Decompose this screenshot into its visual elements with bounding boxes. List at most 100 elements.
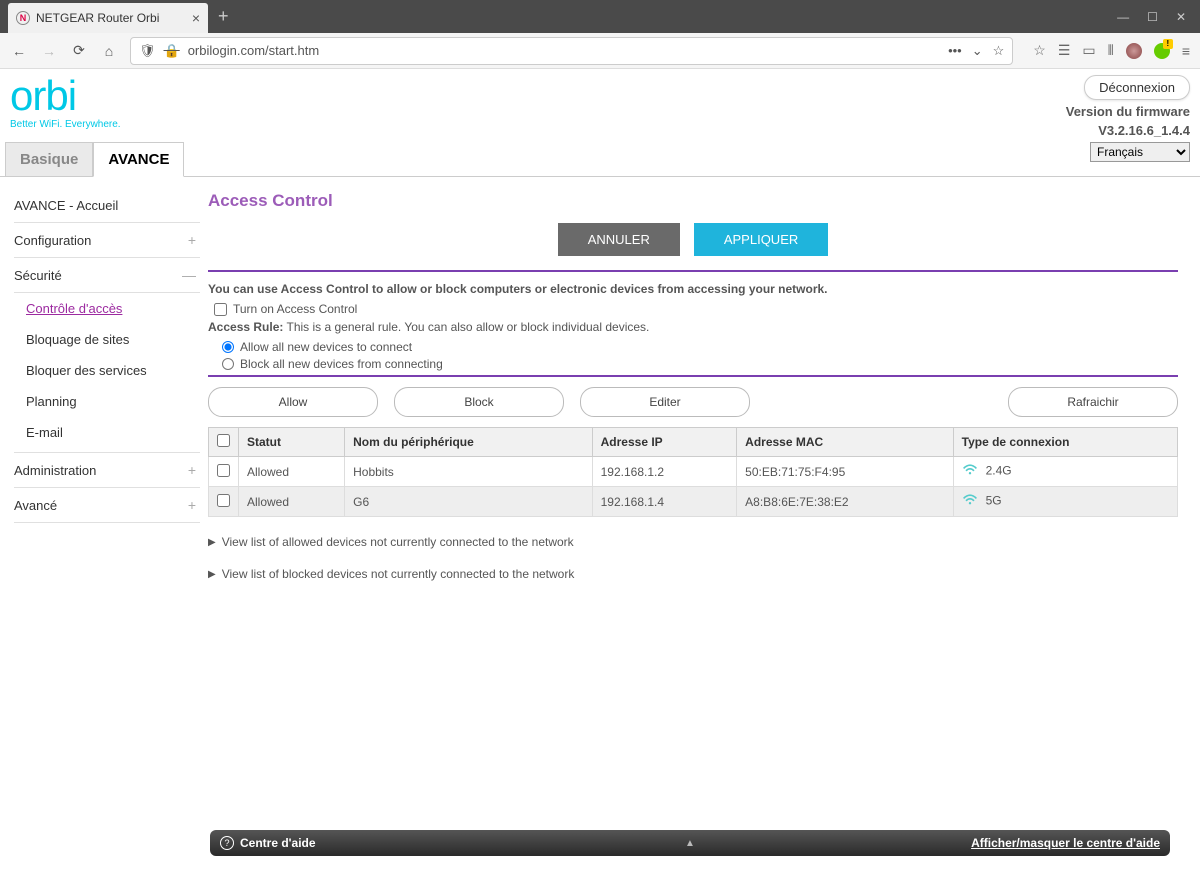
access-rule-bold: Access Rule: bbox=[208, 320, 283, 334]
turn-on-checkbox-row[interactable]: Turn on Access Control bbox=[214, 302, 1178, 316]
row-checkbox[interactable] bbox=[217, 494, 230, 507]
divider bbox=[208, 375, 1178, 377]
window-controls: — ☐ ✕ bbox=[1103, 10, 1200, 24]
radio-block-row[interactable]: Block all new devices from connecting bbox=[222, 357, 1178, 371]
sidebar-item-avance[interactable]: Avancé + bbox=[14, 488, 200, 523]
access-rule-rest: This is a general rule. You can also all… bbox=[283, 320, 649, 334]
sidebar-sub-email[interactable]: E-mail bbox=[14, 417, 200, 448]
shield-icon[interactable]: 🛡 bbox=[139, 43, 156, 59]
browser-tab[interactable]: N NETGEAR Router Orbi × bbox=[8, 3, 208, 33]
select-all-checkbox[interactable] bbox=[217, 434, 230, 447]
col-name: Nom du périphérique bbox=[345, 428, 593, 457]
triangle-right-icon: ▶ bbox=[208, 569, 216, 580]
bookmarks-icon[interactable]: ☆ bbox=[1033, 42, 1046, 59]
col-ip: Adresse IP bbox=[592, 428, 737, 457]
sidebar: AVANCE - Accueil Configuration + Sécurit… bbox=[0, 177, 200, 848]
toggle-help-link[interactable]: Afficher/masquer le centre d'aide bbox=[971, 836, 1160, 850]
sidebar-item-administration[interactable]: Administration + bbox=[14, 453, 200, 488]
allow-button[interactable]: Allow bbox=[208, 387, 378, 417]
radio-block[interactable] bbox=[222, 358, 234, 370]
edit-button[interactable]: Editer bbox=[580, 387, 750, 417]
cell-name: Hobbits bbox=[345, 457, 593, 487]
cell-mac: A8:B8:6E:7E:38:E2 bbox=[737, 487, 953, 517]
col-mac: Adresse MAC bbox=[737, 428, 953, 457]
cell-conn-text: 5G bbox=[986, 494, 1002, 508]
apply-button[interactable]: APPLIQUER bbox=[694, 223, 828, 256]
help-icon[interactable]: ? bbox=[220, 836, 234, 850]
sidebar-icon[interactable]: ▭ bbox=[1082, 42, 1095, 59]
block-button[interactable]: Block bbox=[394, 387, 564, 417]
row-checkbox[interactable] bbox=[217, 464, 230, 477]
help-footer: ? Centre d'aide ▲ Afficher/masquer le ce… bbox=[210, 830, 1170, 856]
page-root: orbi Better WiFi. Everywhere. Déconnexio… bbox=[0, 69, 1200, 874]
library-icon[interactable]: ☰ bbox=[1058, 42, 1071, 59]
sidebar-sub-block-sites[interactable]: Bloquage de sites bbox=[14, 324, 200, 355]
maximize-button[interactable]: ☐ bbox=[1147, 10, 1158, 24]
hamburger-menu-icon[interactable]: ≡ bbox=[1182, 43, 1190, 59]
extension-badge-icon[interactable] bbox=[1154, 43, 1170, 59]
bookmark-star-icon[interactable]: ☆ bbox=[993, 43, 1005, 59]
browser-tab-bar: N NETGEAR Router Orbi × + — ☐ ✕ bbox=[0, 0, 1200, 33]
sidebar-sub-block-services[interactable]: Bloquer des services bbox=[14, 355, 200, 386]
wifi-icon bbox=[962, 493, 980, 510]
wifi-icon bbox=[962, 463, 980, 480]
table-row[interactable]: Allowed Hobbits 192.168.1.2 50:EB:71:75:… bbox=[209, 457, 1178, 487]
device-table: Statut Nom du périphérique Adresse IP Ad… bbox=[208, 427, 1178, 517]
avatar-icon[interactable] bbox=[1126, 43, 1142, 59]
table-row[interactable]: Allowed G6 192.168.1.4 A8:B8:6E:7E:38:E2… bbox=[209, 487, 1178, 517]
pocket-icon[interactable]: ⌄ bbox=[972, 43, 983, 59]
chevron-up-icon[interactable]: ▲ bbox=[685, 838, 695, 849]
cell-name: G6 bbox=[345, 487, 593, 517]
sidebar-item-configuration[interactable]: Configuration + bbox=[14, 223, 200, 258]
minimize-button[interactable]: — bbox=[1117, 10, 1129, 24]
logout-button[interactable]: Déconnexion bbox=[1084, 75, 1190, 100]
help-label[interactable]: Centre d'aide bbox=[240, 836, 316, 850]
triangle-right-icon: ▶ bbox=[208, 537, 216, 548]
cell-ip: 192.168.1.2 bbox=[592, 457, 737, 487]
new-tab-button[interactable]: + bbox=[218, 6, 229, 27]
favicon-icon: N bbox=[16, 11, 30, 25]
cancel-button[interactable]: ANNULER bbox=[558, 223, 680, 256]
tab-basique[interactable]: Basique bbox=[5, 142, 93, 177]
url-text: orbilogin.com/start.htm bbox=[188, 43, 940, 58]
home-button[interactable]: ⌂ bbox=[100, 43, 118, 59]
menu-icon[interactable]: ⦀ bbox=[1108, 42, 1114, 59]
sidebar-sub-planning[interactable]: Planning bbox=[14, 386, 200, 417]
url-bar[interactable]: 🛡 🔒 orbilogin.com/start.htm ••• ⌄ ☆ bbox=[130, 37, 1013, 65]
forward-button: → bbox=[40, 43, 58, 59]
view-blocked-link[interactable]: ▶ View list of blocked devices not curre… bbox=[208, 567, 1178, 581]
lock-slash-icon[interactable]: 🔒 bbox=[164, 43, 180, 59]
plus-icon: + bbox=[188, 232, 196, 248]
radio-allow-label: Allow all new devices to connect bbox=[240, 340, 412, 354]
sidebar-item-home[interactable]: AVANCE - Accueil bbox=[14, 189, 200, 223]
cell-mac: 50:EB:71:75:F4:95 bbox=[737, 457, 953, 487]
sidebar-label-home: AVANCE - Accueil bbox=[14, 198, 118, 213]
sidebar-label-advanced: Avancé bbox=[14, 498, 57, 513]
more-icon[interactable]: ••• bbox=[948, 43, 962, 59]
main-tabs: Basique AVANCE bbox=[5, 142, 184, 177]
view-allowed-link[interactable]: ▶ View list of allowed devices not curre… bbox=[208, 535, 1178, 549]
refresh-button[interactable]: Rafraichir bbox=[1008, 387, 1178, 417]
sidebar-label-admin: Administration bbox=[14, 463, 96, 478]
tab-avance[interactable]: AVANCE bbox=[93, 142, 184, 177]
back-button[interactable]: ← bbox=[10, 43, 28, 59]
reload-button[interactable]: ⟳ bbox=[70, 42, 88, 59]
turn-on-label: Turn on Access Control bbox=[233, 302, 357, 316]
page-header: orbi Better WiFi. Everywhere. Déconnexio… bbox=[0, 69, 1200, 177]
sidebar-sub-access-control[interactable]: Contrôle d'accès bbox=[14, 293, 200, 324]
page-title: Access Control bbox=[208, 191, 1178, 211]
radio-allow[interactable] bbox=[222, 341, 234, 353]
view-allowed-text: View list of allowed devices not current… bbox=[222, 535, 574, 549]
cell-conn-text: 2.4G bbox=[986, 464, 1012, 478]
close-tab-icon[interactable]: × bbox=[192, 10, 200, 26]
browser-toolbar: ☆ ☰ ▭ ⦀ ≡ bbox=[1025, 42, 1190, 59]
plus-icon: + bbox=[188, 497, 196, 513]
turn-on-checkbox[interactable] bbox=[214, 303, 227, 316]
radio-block-label: Block all new devices from connecting bbox=[240, 357, 443, 371]
close-window-button[interactable]: ✕ bbox=[1176, 10, 1186, 24]
radio-allow-row[interactable]: Allow all new devices to connect bbox=[222, 340, 1178, 354]
language-select[interactable]: Français bbox=[1090, 142, 1190, 162]
plus-icon: + bbox=[188, 462, 196, 478]
tab-title: NETGEAR Router Orbi bbox=[36, 11, 159, 25]
sidebar-item-securite[interactable]: Sécurité — bbox=[14, 258, 200, 293]
